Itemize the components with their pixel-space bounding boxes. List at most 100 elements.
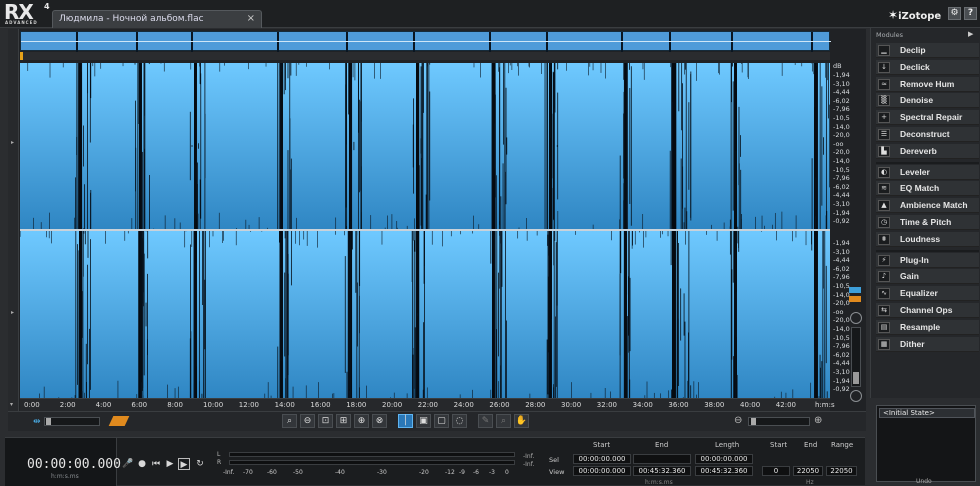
waveform-editor[interactable]: ▸ ▸ ▾ dB -1,94 -3,10 -4,44 -6,02 -7,96 -10,5-… [8,29,866,411]
expand-arrow-icon[interactable]: ▶ [968,30,973,38]
waveform-mode-icon[interactable] [849,287,861,293]
zoom-out-icon[interactable] [850,390,862,402]
module-declip[interactable]: ▁ Declip [876,43,979,58]
overview-waveform[interactable] [20,31,831,52]
timeline-tick: 14:00 [274,401,295,409]
module-ambience-match[interactable]: ▲ Ambience Match [876,198,979,214]
vertical-zoom[interactable] [846,282,866,404]
module-plug-in[interactable]: ⚡ Plug-In [876,252,979,268]
module-icon: ▦ [878,338,890,350]
timeline-ruler[interactable]: 0:00 2:00 4:00 6:00 8:00 10:00 12:00 14:00 16:00… [20,398,835,411]
module-remove-hum[interactable]: ≈ Remove Hum [876,76,979,92]
module-icon: ◐ [878,166,890,178]
spectrogram-mode-icon[interactable] [849,296,861,302]
tool-button[interactable]: │ [398,414,413,428]
tool-button[interactable]: ⊞ [336,414,351,428]
peak-left-readout: -Inf. [523,453,535,460]
file-tab[interactable]: Людмила - Ночной альбом.flac × [52,10,262,28]
channel-left[interactable] [20,63,830,229]
vertical-zoom-thumb[interactable] [853,372,859,384]
zoom-in-h-icon[interactable]: ⊕ [814,415,822,426]
timeline-tick: 34:00 [632,401,653,409]
vertical-zoom-track[interactable] [851,327,861,387]
module-channel-ops[interactable]: ⇆ Channel Ops [876,303,979,318]
channel-arrow-icon[interactable]: ▸ [11,309,14,316]
tool-button[interactable]: ⊡ [318,414,333,428]
play-selection-button[interactable]: ▶ [178,458,190,470]
tool-button[interactable]: ✎ [478,414,493,428]
zoom-out-h-icon[interactable]: ⊖ [734,415,742,426]
freq-range-field[interactable]: 22050 [826,466,857,476]
waveform-icon[interactable]: ⇹ [33,417,41,427]
module-spectral-repair[interactable]: + Spectral Repair [876,110,979,126]
sel-start-field[interactable]: 00:00:00.000 [573,454,631,464]
spectrogram-icon[interactable] [108,416,130,426]
module-separator [876,249,979,252]
play-button[interactable]: ▶ [164,458,176,470]
meter-scale-label: -3 [489,469,495,476]
zoom-in-icon[interactable] [850,312,862,324]
db-tick-label: -4,44 [833,191,850,200]
scroll-thumb[interactable] [20,52,23,60]
channel-right[interactable] [20,231,830,398]
module-leveler[interactable]: ◐ Leveler [876,164,979,180]
record-button[interactable]: ● [136,458,148,470]
tool-button[interactable]: ⊗ [372,414,387,428]
help-button[interactable]: ? [964,7,977,20]
timeline-unit: h:m:s [815,401,835,409]
module-eq-match[interactable]: ≋ EQ Match [876,181,979,197]
loop-button[interactable]: ↻ [194,458,206,470]
view-end-field[interactable]: 00:45:32.360 [633,466,691,476]
opacity-slider[interactable] [44,417,100,426]
close-icon[interactable]: × [247,13,255,24]
editor-toolbar: ⇹ ⌕ ⊖ ⊡ ⊞ ⊕ ⊗ │ ▣ ▢ ◌ ✎ ⌕ ✋ ⊖ ⊕ [8,411,866,431]
horizontal-zoom-slider[interactable] [748,417,810,426]
module-label: Dereverb [900,145,937,156]
opacity-thumb[interactable] [46,418,51,425]
tool-button[interactable]: ✋ [514,414,529,428]
tool-button[interactable]: ⌕ [496,414,511,428]
module-time-pitch[interactable]: ◷ Time & Pitch [876,215,979,230]
timeline-tick: 12:00 [238,401,259,409]
freq-start-field[interactable]: 0 [762,466,790,476]
module-declick[interactable]: ↓ Declick [876,59,979,75]
rewind-button[interactable]: ⏮ [150,458,162,470]
view-length-field[interactable]: 00:45:32.360 [695,466,753,476]
tool-button[interactable]: ▢ [434,414,449,428]
module-deconstruct[interactable]: ☰ Deconstruct [876,127,979,142]
meter-scale-label: -70 [243,469,253,476]
module-label: Ambience Match [900,200,968,211]
star-icon: ✶ [888,8,899,22]
freq-end-field[interactable]: 22050 [793,466,823,476]
sel-length-field[interactable]: 00:00:00.000 [695,454,753,464]
meter-scale-label: -9 [459,469,465,476]
tool-button[interactable]: ⊖ [300,414,315,428]
db-tick-label: -6,02 [833,182,850,191]
module-gain[interactable]: ♪ Gain [876,269,979,285]
sel-length-header: Length [715,441,740,449]
tool-button[interactable]: ⊕ [354,414,369,428]
tool-button[interactable]: ⌕ [282,414,297,428]
module-dither[interactable]: ▦ Dither [876,336,979,352]
sel-end-field[interactable] [633,454,691,464]
db-tick-label: -14,0 [833,122,850,131]
db-tick-label: -10,5 [833,165,850,174]
horizontal-zoom-thumb[interactable] [751,418,756,425]
module-dereverb[interactable]: ▙ Dereverb [876,143,979,159]
module-resample[interactable]: ▤ Resample [876,319,979,335]
db-tick-label: -7,96 [833,105,850,114]
history-item[interactable]: <Initial State> [879,408,975,418]
microphone-icon[interactable]: 🎤 [122,458,134,470]
module-denoise[interactable]: ▒ Denoise [876,93,979,109]
view-start-field[interactable]: 00:00:00.000 [573,466,631,476]
overview-scrollbar[interactable] [20,52,830,60]
module-icon: ↓ [878,61,890,73]
channel-arrow-icon[interactable]: ▸ [11,139,14,146]
module-loudness[interactable]: ⩩ Loudness [876,231,979,247]
settings-button[interactable]: ⚙ [948,7,961,20]
tool-button[interactable]: ▣ [416,414,431,428]
module-icon: ≋ [878,183,890,195]
tool-button[interactable]: ◌ [452,414,467,428]
menu-arrow-icon[interactable]: ▾ [10,401,13,408]
module-equalizer[interactable]: ∿ Equalizer [876,286,979,302]
